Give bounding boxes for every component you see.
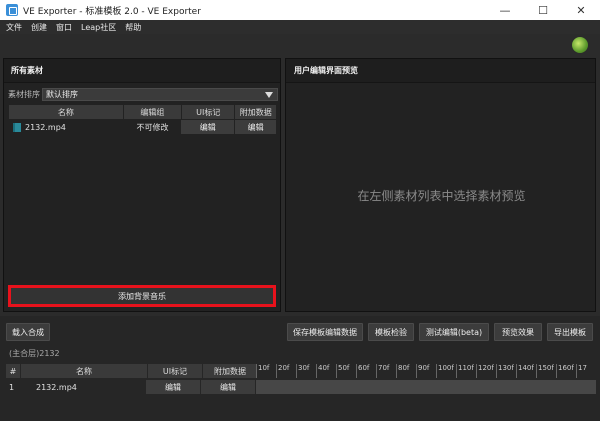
- col-layer-extra-data: 附加数据: [203, 364, 257, 378]
- ui-mark-edit-button[interactable]: 编辑: [181, 120, 235, 134]
- menu-bar: 文件 创建 窗口 Leap社区 帮助: [0, 20, 600, 34]
- extra-data-edit-button[interactable]: 编辑: [235, 120, 276, 134]
- table-row[interactable]: 1 2132.mp4 编辑 编辑: [6, 380, 258, 394]
- tick-label: 120f: [476, 364, 496, 378]
- composition-area: 载入合成 保存模板编辑数据 模板检验 测试编辑(beta) 预览效果 导出模板 …: [0, 316, 600, 421]
- tick-label: 100f: [436, 364, 456, 378]
- menu-help[interactable]: 帮助: [125, 22, 141, 33]
- layer-ui-mark-edit-button[interactable]: 编辑: [146, 380, 200, 394]
- col-layer-name: 名称: [21, 364, 147, 378]
- add-background-music-button[interactable]: 添加背景音乐: [8, 285, 276, 307]
- asset-name-cell: 2132.mp4: [9, 120, 124, 134]
- tick-label: 50f: [336, 364, 356, 378]
- menu-create[interactable]: 创建: [31, 22, 47, 33]
- preview-hint: 在左侧素材列表中选择素材预览: [357, 189, 526, 203]
- tick-label: 60f: [356, 364, 376, 378]
- save-template-data-button[interactable]: 保存模板编辑数据: [287, 323, 363, 341]
- layer-name: 2132.mp4: [36, 382, 77, 392]
- export-template-button[interactable]: 导出模板: [547, 323, 593, 341]
- preview-panel: 用户编辑界面预览 在左侧素材列表中选择素材预览: [285, 58, 596, 312]
- timeline-track[interactable]: [256, 380, 596, 394]
- sort-label: 素材排序: [8, 89, 40, 99]
- tick-label: 90f: [416, 364, 436, 378]
- minimize-button[interactable]: —: [486, 0, 524, 20]
- col-name: 名称: [9, 105, 123, 119]
- template-check-button[interactable]: 模板检验: [368, 323, 414, 341]
- tick-label: 20f: [276, 364, 296, 378]
- layers-table: # 名称 UI标记 附加数据 1 2132.mp4 编辑 编辑: [6, 364, 258, 396]
- asset-edit-group: 不可修改: [136, 122, 169, 132]
- preview-effect-button[interactable]: 预览效果: [494, 323, 542, 341]
- title-bar: VE Exporter - 标准模板 2.0 - VE Exporter — ☐…: [0, 0, 600, 20]
- tick-label: 110f: [456, 364, 476, 378]
- sort-select[interactable]: 默认排序: [42, 87, 278, 101]
- video-file-icon: [13, 122, 21, 132]
- chevron-down-icon: [265, 91, 273, 98]
- menu-leap-community[interactable]: Leap社区: [81, 22, 116, 33]
- close-button[interactable]: ✕: [562, 0, 600, 20]
- assets-panel: 所有素材 素材排序 默认排序 名称 编辑组 UI标记 附加数据 2132.mp4…: [3, 58, 281, 312]
- tick-label: 17: [576, 364, 596, 378]
- layer-extra-data-edit-button[interactable]: 编辑: [201, 380, 255, 394]
- tick-label: 10f: [256, 364, 276, 378]
- tick-label: 40f: [316, 364, 336, 378]
- timeline[interactable]: 10f 20f 30f 40f 50f 60f 70f 80f 90f 100f…: [256, 364, 596, 396]
- table-row[interactable]: 2132.mp4 不可修改 编辑 编辑: [9, 120, 277, 134]
- tick-label: 70f: [376, 364, 396, 378]
- col-ui-mark: UI标记: [182, 105, 235, 119]
- col-edit-group: 编辑组: [123, 105, 182, 119]
- layer-label: (主合层)2132: [9, 349, 60, 358]
- col-layer-ui-mark: UI标记: [148, 364, 202, 378]
- user-avatar[interactable]: [572, 37, 588, 53]
- app-icon: [6, 4, 18, 16]
- menu-window[interactable]: 窗口: [56, 22, 72, 33]
- maximize-button[interactable]: ☐: [524, 0, 562, 20]
- assets-table-header: 名称 编辑组 UI标记 附加数据: [9, 105, 277, 119]
- layers-table-header: # 名称 UI标记 附加数据: [6, 364, 258, 378]
- tick-label: 140f: [516, 364, 536, 378]
- col-extra-data: 附加数据: [235, 105, 276, 119]
- tick-label: 150f: [536, 364, 556, 378]
- tick-label: 30f: [296, 364, 316, 378]
- load-composition-button[interactable]: 载入合成: [6, 323, 50, 341]
- layer-index: 1: [9, 382, 15, 392]
- assets-table: 名称 编辑组 UI标记 附加数据 2132.mp4 不可修改 编辑 编辑: [9, 105, 277, 135]
- tick-label: 80f: [396, 364, 416, 378]
- sort-value: 默认排序: [46, 89, 78, 99]
- col-index: #: [6, 364, 20, 378]
- window-title: VE Exporter - 标准模板 2.0 - VE Exporter: [23, 6, 201, 17]
- sort-row: 素材排序 默认排序: [4, 87, 280, 101]
- preview-panel-title: 用户编辑界面预览: [286, 59, 595, 83]
- window-controls: — ☐ ✕: [486, 0, 600, 20]
- timeline-ruler: 10f 20f 30f 40f 50f 60f 70f 80f 90f 100f…: [256, 364, 596, 378]
- tick-label: 130f: [496, 364, 516, 378]
- asset-name: 2132.mp4: [25, 122, 66, 132]
- menu-file[interactable]: 文件: [6, 22, 22, 33]
- tick-label: 160f: [556, 364, 576, 378]
- top-toolbar: [0, 34, 600, 56]
- assets-panel-title: 所有素材: [4, 59, 280, 83]
- test-edit-button[interactable]: 测试编辑(beta): [419, 323, 489, 341]
